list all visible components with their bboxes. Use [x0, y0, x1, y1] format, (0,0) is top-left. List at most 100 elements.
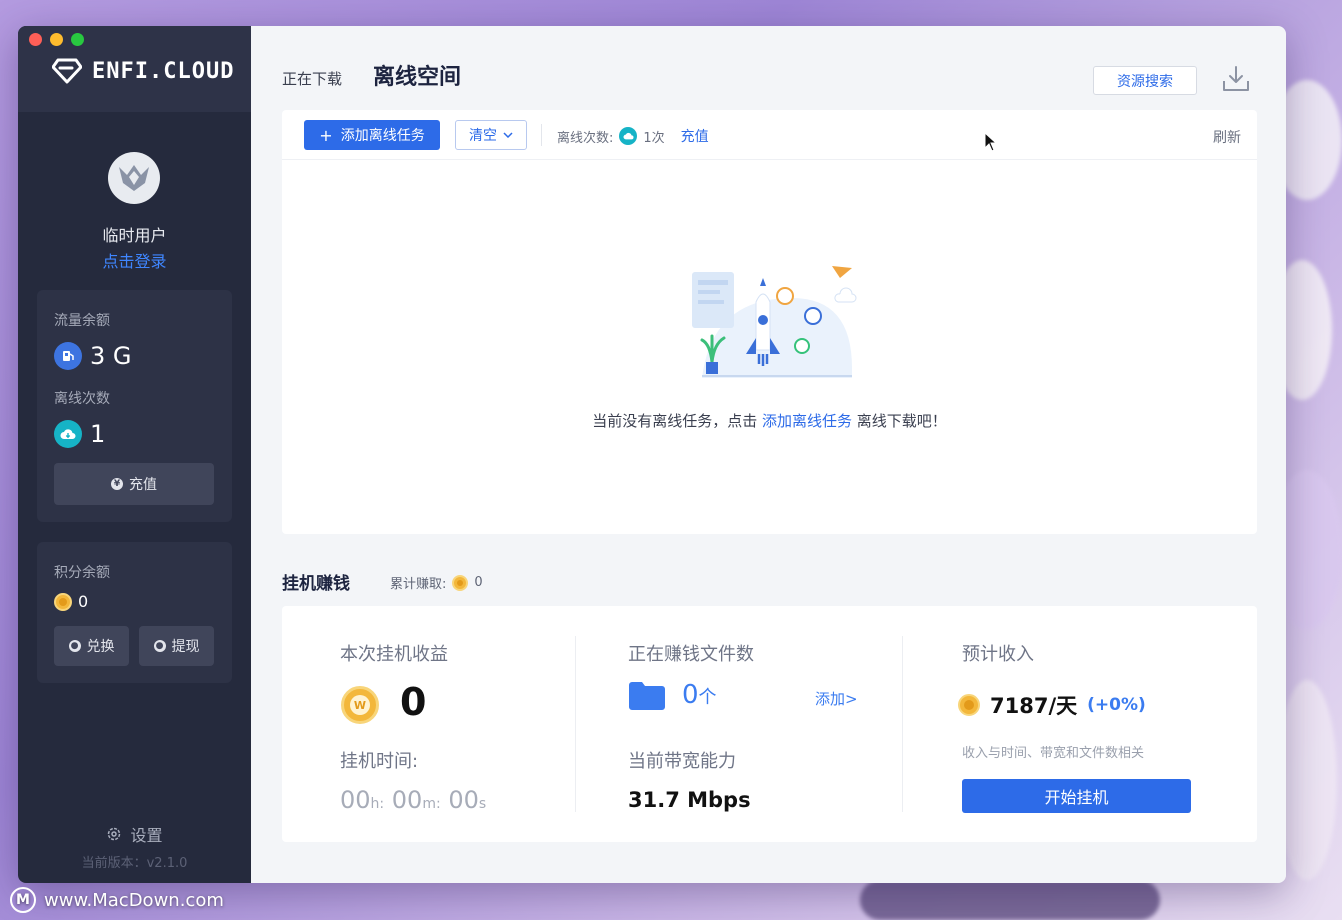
coin-icon	[958, 694, 980, 716]
version-text: 当前版本：v2.1.0	[81, 856, 188, 871]
mouse-cursor-icon	[984, 132, 998, 152]
idle-timer: 00h: 00m: 00s	[340, 786, 486, 814]
main-content: 正在下载 离线空间 资源搜索 + 添加离线任务 清空 离线次数: 1次 充值 刷…	[251, 26, 1286, 883]
recharge-button-label: 充值	[129, 477, 157, 493]
points-value-row: 0	[54, 592, 88, 611]
earn-panel: 本次挂机收益 W 0 挂机时间: 00h: 00m: 00s 正在赚钱文件数 0…	[282, 606, 1257, 842]
estimated-income-label: 预计收入	[962, 644, 1034, 665]
earning-files-value: 0	[682, 680, 699, 710]
refresh-button[interactable]: 刷新	[1213, 127, 1241, 147]
exchange-button[interactable]: ● 兑换	[54, 626, 129, 666]
recharge-link[interactable]: 充值	[681, 126, 709, 146]
withdraw-button-label: 提现	[171, 639, 200, 655]
estimated-income-change: (+0%)	[1087, 695, 1146, 715]
add-offline-task-button[interactable]: + 添加离线任务	[304, 120, 440, 150]
session-earnings-label: 本次挂机收益	[340, 644, 448, 665]
accumulated-label: 累计赚取:	[390, 577, 447, 592]
tab-offline-space[interactable]: 离线空间	[373, 59, 461, 91]
offline-task-panel: + 添加离线任务 清空 离线次数: 1次 充值 刷新 当前没有离线任务，点击 添…	[282, 110, 1257, 534]
avatar[interactable]	[108, 152, 160, 204]
offline-count-value: 1次	[643, 130, 665, 146]
sidebar-header: ENFI.CLOUD	[18, 26, 251, 112]
offline-value-row: 1	[54, 420, 105, 448]
clear-dropdown[interactable]: 清空	[455, 120, 527, 150]
window-controls	[29, 33, 84, 46]
earning-files-unit: 个	[698, 687, 717, 708]
tab-downloading[interactable]: 正在下载	[282, 68, 342, 89]
settings-label: 设置	[130, 826, 163, 845]
timer-minutes-unit: m:	[422, 796, 441, 812]
coin-icon: W	[341, 686, 379, 724]
app-logo: ENFI.CLOUD	[52, 58, 234, 84]
minimize-window-button[interactable]	[50, 33, 63, 46]
cloud-download-icon	[54, 420, 82, 448]
column-divider	[575, 636, 576, 812]
cloud-download-icon	[619, 127, 638, 145]
app-window: ENFI.CLOUD 临时用户 点击登录 流量余额 3 G 离线次数 1 ¥ 充…	[18, 26, 1286, 883]
empty-state-text: 当前没有离线任务，点击 添加离线任务 离线下载吧！	[282, 410, 1257, 431]
app-logo-text: ENFI.CLOUD	[92, 58, 235, 84]
points-card: 积分余额 0 ● 兑换 ● 提现	[37, 542, 232, 683]
desktop-flower	[860, 880, 1160, 920]
resource-search-button[interactable]: 资源搜索	[1093, 66, 1197, 95]
income-hint: 收入与时间、带宽和文件数相关	[962, 746, 1145, 761]
close-window-button[interactable]	[29, 33, 42, 46]
accumulated-value: 0	[474, 575, 483, 590]
coin-icon	[54, 592, 72, 611]
sidebar: ENFI.CLOUD 临时用户 点击登录 流量余额 3 G 离线次数 1 ¥ 充…	[18, 26, 251, 883]
zoom-window-button[interactable]	[71, 33, 84, 46]
exchange-button-label: 兑换	[86, 639, 115, 655]
empty-suffix: 离线下载吧！	[852, 412, 947, 430]
offline-label: 离线次数	[54, 391, 110, 407]
offline-count-label: 离线次数:	[557, 130, 614, 146]
offline-value: 1	[90, 420, 106, 448]
bird-avatar-icon	[119, 165, 149, 191]
recharge-button[interactable]: ¥ 充值	[54, 463, 214, 505]
timer-hours: 00	[340, 786, 371, 814]
toolbar-divider	[541, 124, 542, 146]
diamond-logo-icon	[52, 58, 82, 84]
add-files-link[interactable]: 添加>	[815, 688, 858, 709]
download-tray-icon[interactable]	[1220, 63, 1252, 95]
timer-minutes: 00	[391, 786, 423, 814]
points-label: 积分余额	[54, 565, 110, 581]
earning-files-count: 0个	[682, 680, 717, 710]
timer-hours-unit: h:	[370, 796, 385, 812]
add-offline-task-link[interactable]: 添加离线任务	[762, 412, 852, 430]
gear-icon	[108, 827, 121, 841]
start-idle-button[interactable]: 开始挂机	[962, 779, 1191, 813]
idle-time-label: 挂机时间:	[340, 751, 419, 772]
watermark: M www.MacDown.com	[10, 887, 224, 913]
bandwidth-value: 31.7 Mbps	[628, 788, 751, 812]
task-toolbar: + 添加离线任务 清空 离线次数: 1次 充值 刷新	[282, 110, 1257, 160]
clear-label: 清空	[469, 128, 497, 144]
fuel-icon	[54, 342, 82, 370]
withdraw-button[interactable]: ● 提现	[139, 626, 214, 666]
username: 临时用户	[102, 226, 167, 245]
estimated-income-value: 7187/天	[990, 694, 1078, 718]
traffic-label: 流量余额	[54, 313, 110, 329]
login-link[interactable]: 点击登录	[18, 248, 251, 272]
estimated-income: 7187/天 (+0%)	[958, 690, 1146, 720]
exchange-icon: ●	[68, 640, 81, 652]
chevron-down-icon	[503, 132, 513, 138]
offline-count: 离线次数: 1次 充值	[557, 126, 709, 146]
accumulated-earnings: 累计赚取: 0	[390, 573, 483, 592]
macdown-logo-icon: M	[10, 887, 36, 913]
balance-card: 流量余额 3 G 离线次数 1 ¥ 充值	[37, 290, 232, 522]
empty-prefix: 当前没有离线任务，点击	[592, 412, 762, 430]
column-divider	[902, 636, 903, 812]
session-earnings-value: 0	[400, 680, 427, 724]
plus-icon: +	[319, 125, 333, 145]
timer-seconds: 00	[448, 786, 479, 814]
watermark-text: www.MacDown.com	[44, 889, 224, 911]
points-value: 0	[78, 592, 89, 611]
desktop-flower	[1277, 680, 1337, 880]
add-offline-task-label: 添加离线任务	[340, 128, 425, 144]
withdraw-icon: ●	[153, 640, 166, 652]
earn-section-title: 挂机赚钱	[282, 574, 350, 594]
traffic-value: 3 G	[90, 342, 132, 370]
bandwidth-label: 当前带宽能力	[628, 751, 736, 772]
traffic-value-row: 3 G	[54, 342, 132, 370]
settings-button[interactable]: 设置	[18, 822, 251, 846]
